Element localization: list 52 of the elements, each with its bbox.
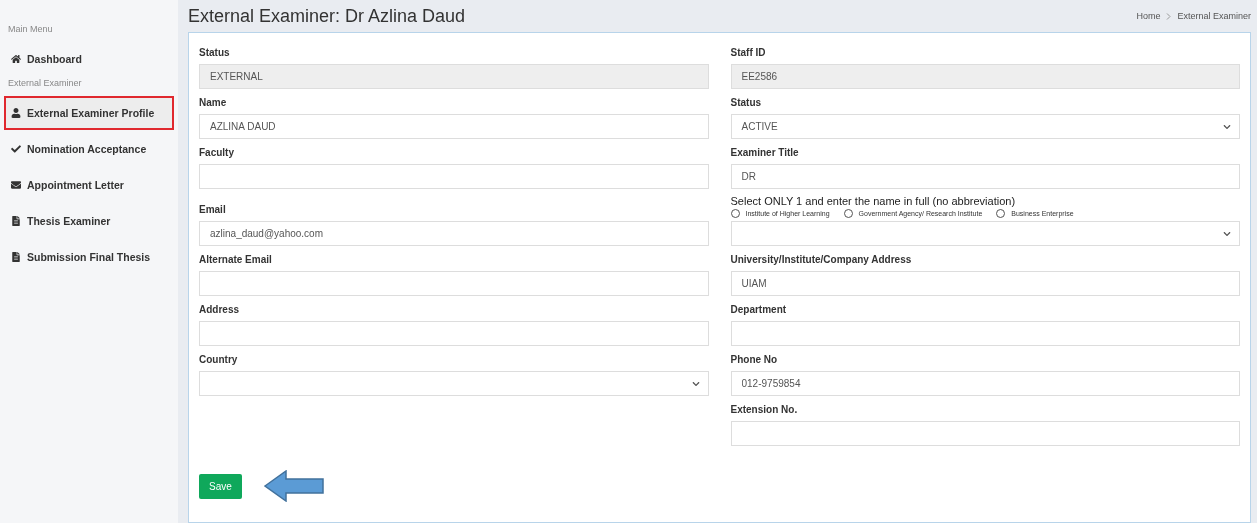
breadcrumb-link[interactable]: Home xyxy=(1136,11,1161,21)
menu-item[interactable]: Submission Final Thesis xyxy=(4,240,174,274)
input-field[interactable] xyxy=(199,164,709,189)
field-label: Status xyxy=(199,47,231,58)
instruction-text: Select ONLY 1 and enter the name in full (no abbreviation) xyxy=(730,195,1017,207)
document-icon xyxy=(11,252,21,262)
field-label: Name xyxy=(199,97,228,108)
menu-item[interactable]: Thesis Examiner xyxy=(4,204,174,238)
input-field[interactable] xyxy=(199,321,709,346)
input-field[interactable] xyxy=(199,271,709,296)
check-icon xyxy=(11,144,21,154)
menu-item[interactable]: Appointment Letter xyxy=(4,168,174,202)
field-label: Staff ID xyxy=(730,47,767,58)
field-label: Address xyxy=(199,304,240,315)
input-field[interactable]: azlina_daud@yahoo.com xyxy=(199,221,709,246)
input-field[interactable]: UIAM xyxy=(730,271,1240,296)
breadcrumb-link[interactable]: External Examiner xyxy=(1177,11,1251,21)
field-label: Phone No xyxy=(730,354,779,365)
user-icon xyxy=(11,108,21,118)
select-field[interactable] xyxy=(199,371,709,396)
page-title: External Examiner: Dr Azlina Daud xyxy=(188,5,466,27)
field-label: Email xyxy=(199,204,227,215)
field-label: Department xyxy=(730,304,788,315)
chevron-icon xyxy=(1166,12,1172,20)
arrow-icon xyxy=(263,470,324,502)
input-field[interactable]: 012-9759854 xyxy=(730,371,1240,396)
field-label: University/Institute/Company Address xyxy=(730,254,913,265)
input-field[interactable]: AZLINA DAUD xyxy=(199,114,709,139)
input-field[interactable]: EE2586 xyxy=(730,64,1240,89)
menu-item[interactable]: Nomination Acceptance xyxy=(4,132,174,166)
input-field[interactable] xyxy=(730,321,1240,346)
menu-heading: External Examiner xyxy=(7,78,83,88)
document-icon xyxy=(11,216,21,226)
menu-item[interactable]: External Examiner Profile xyxy=(4,96,174,130)
field-label: Examiner Title xyxy=(730,147,800,158)
input-field[interactable]: DR xyxy=(730,164,1240,189)
select-field[interactable] xyxy=(730,221,1240,246)
select-field[interactable]: ACTIVE xyxy=(730,114,1240,139)
field-label: Country xyxy=(199,354,239,365)
input-field[interactable] xyxy=(730,421,1240,446)
input-field[interactable]: EXTERNAL xyxy=(199,64,709,89)
menu-item[interactable]: Dashboard xyxy=(4,42,174,76)
chevron-icon xyxy=(1223,122,1231,131)
menu-heading: Main Menu xyxy=(7,24,54,34)
field-label: Status xyxy=(730,97,763,108)
mail-icon xyxy=(11,180,21,190)
field-label: Extension No. xyxy=(730,404,799,415)
home-icon xyxy=(11,54,21,64)
field-label: Faculty xyxy=(199,147,235,158)
chevron-icon xyxy=(691,379,700,388)
chevron-icon xyxy=(1223,229,1231,238)
field-label: Alternate Email xyxy=(199,254,273,265)
